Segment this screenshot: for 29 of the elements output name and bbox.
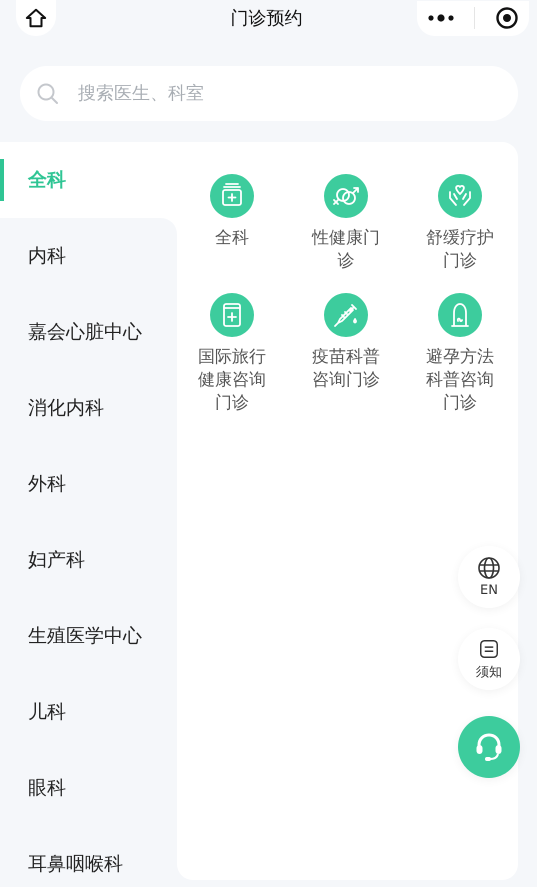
sidebar-item[interactable]: 生殖医学中心	[0, 598, 177, 674]
clinic-label[interactable]: 国际旅行健康咨询门诊	[192, 346, 272, 415]
sidebar-item[interactable]: 眼科	[0, 750, 177, 826]
clinic-label[interactable]: 舒缓疗护门诊	[420, 227, 500, 273]
medical-card-icon[interactable]	[210, 293, 254, 337]
search-field[interactable]: 搜索医生、科室	[20, 66, 518, 121]
globe-icon	[477, 556, 501, 580]
condom-icon[interactable]	[438, 293, 482, 337]
more-icon[interactable]	[426, 14, 455, 22]
sidebar-item[interactable]: 耳鼻咽喉科	[0, 826, 177, 887]
note-icon	[478, 638, 500, 660]
clinic-label[interactable]: 全科	[192, 227, 272, 250]
page-title: 门诊预约	[230, 7, 302, 30]
sidebar-item[interactable]: 消化内科	[0, 370, 177, 446]
sidebar-item[interactable]: 外科	[0, 446, 177, 522]
close-icon[interactable]	[495, 6, 520, 30]
syringe-icon[interactable]	[324, 293, 368, 337]
home-button[interactable]	[16, 0, 56, 36]
clinic-label[interactable]: 避孕方法科普咨询门诊	[420, 346, 500, 415]
gender-symbols-icon[interactable]	[324, 174, 368, 218]
sidebar-item[interactable]: 儿科	[0, 674, 177, 750]
sidebar-item[interactable]: 嘉会心脏中心	[0, 294, 177, 370]
search-icon	[36, 82, 60, 106]
clinic-label[interactable]: 疫苗科普咨询门诊	[306, 346, 386, 392]
sidebar-item[interactable]: 妇产科	[0, 522, 177, 598]
clinic-label[interactable]: 性健康门诊	[306, 227, 386, 273]
home-icon	[25, 7, 47, 29]
kit-icon[interactable]	[210, 174, 254, 218]
sidebar-item[interactable]: 内科	[0, 218, 177, 294]
